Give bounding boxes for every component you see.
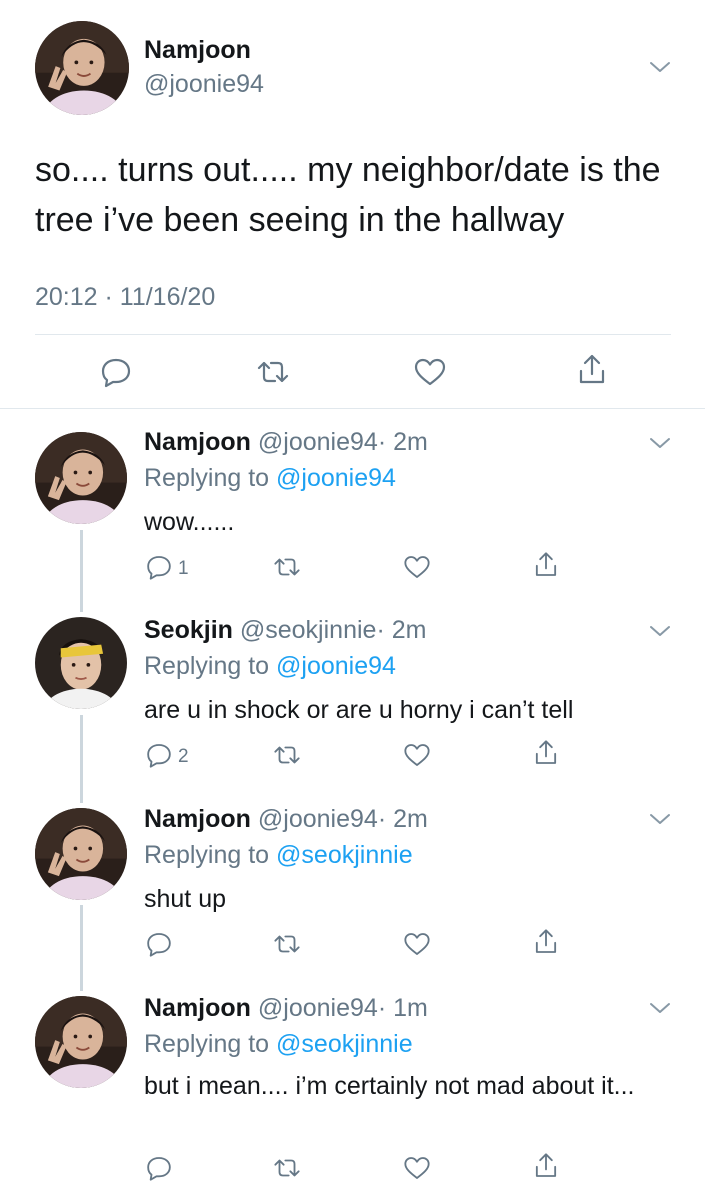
avatar[interactable] — [35, 21, 129, 115]
reply-text: but i mean.... i’m certainly not mad abo… — [144, 1072, 635, 1100]
replying-to-label: Replying to — [144, 464, 270, 492]
share-icon[interactable] — [574, 352, 610, 388]
replying-to: Replying to @joonie94 — [144, 652, 396, 681]
mention-link[interactable]: @joonie94 — [276, 652, 396, 680]
share-icon[interactable] — [531, 1151, 561, 1181]
retweet-icon[interactable] — [272, 929, 302, 959]
chevron-down-icon[interactable] — [649, 436, 671, 450]
divider — [35, 334, 671, 335]
replying-to-label: Replying to — [144, 1030, 270, 1058]
reply-icon[interactable] — [98, 354, 134, 390]
reply-time: · 2m — [377, 805, 428, 833]
replying-to: Replying to @joonie94 — [144, 464, 396, 493]
mention-link[interactable]: @seokjinnie — [276, 841, 413, 869]
reply-time: · 2m — [377, 428, 428, 456]
author-name[interactable]: Namjoon — [144, 805, 251, 833]
retweet-icon[interactable] — [272, 552, 302, 582]
tweet-timestamp[interactable]: 20:12 · 11/16/20 — [35, 283, 215, 312]
mention-link[interactable]: @seokjinnie — [276, 1030, 413, 1058]
thread-line — [80, 715, 83, 803]
retweet-icon[interactable] — [272, 740, 302, 770]
thread-line — [80, 905, 83, 991]
chevron-down-icon[interactable] — [649, 624, 671, 638]
like-icon[interactable] — [402, 740, 432, 770]
tweet-text: so.... turns out..... my neighbor/date i… — [35, 151, 661, 239]
author-handle[interactable]: @joonie94 — [258, 994, 378, 1022]
retweet-icon[interactable] — [255, 354, 291, 390]
retweet-icon[interactable] — [272, 1153, 302, 1183]
reply-header: Namjoon @joonie94· 2m — [144, 428, 428, 457]
share-icon[interactable] — [531, 738, 561, 768]
avatar[interactable] — [35, 617, 127, 709]
reply-time: · 2m — [376, 616, 427, 644]
reply-time: · 1m — [377, 994, 428, 1022]
reply-icon[interactable] — [144, 929, 174, 959]
avatar[interactable] — [35, 808, 127, 900]
share-icon[interactable] — [531, 550, 561, 580]
like-icon[interactable] — [402, 929, 432, 959]
like-icon[interactable] — [402, 1153, 432, 1183]
chevron-down-icon[interactable] — [649, 60, 671, 74]
reply-count: 1 — [178, 558, 189, 579]
author-handle[interactable]: @joonie94 — [258, 428, 378, 456]
author-name[interactable]: Namjoon — [144, 428, 251, 456]
replying-to: Replying to @seokjinnie — [144, 1030, 413, 1059]
author-name[interactable]: Namjoon — [144, 36, 251, 65]
chevron-down-icon[interactable] — [649, 1001, 671, 1015]
reply-header: Namjoon @joonie94· 2m — [144, 805, 428, 834]
reply-icon[interactable] — [144, 1153, 174, 1183]
thread-line — [80, 530, 83, 612]
author-name[interactable]: Namjoon — [144, 994, 251, 1022]
replying-to-label: Replying to — [144, 652, 270, 680]
chevron-down-icon[interactable] — [649, 812, 671, 826]
reply-text: wow...... — [144, 508, 235, 536]
like-icon[interactable] — [412, 354, 448, 390]
mention-link[interactable]: @joonie94 — [276, 464, 396, 492]
replying-to-label: Replying to — [144, 841, 270, 869]
avatar[interactable] — [35, 432, 127, 524]
reply-icon[interactable] — [144, 740, 174, 770]
author-name[interactable]: Seokjin — [144, 616, 233, 644]
reply-header: Namjoon @joonie94· 1m — [144, 994, 428, 1023]
reply-count: 2 — [178, 746, 189, 767]
author-handle[interactable]: @seokjinnie — [240, 616, 377, 644]
reply-text: shut up — [144, 885, 227, 913]
like-icon[interactable] — [402, 552, 432, 582]
reply-header: Seokjin @seokjinnie· 2m — [144, 616, 426, 645]
avatar[interactable] — [35, 996, 127, 1088]
reply-icon[interactable] — [144, 552, 174, 582]
author-handle[interactable]: @joonie94 — [144, 70, 264, 99]
author-handle[interactable]: @joonie94 — [258, 805, 378, 833]
share-icon[interactable] — [531, 927, 561, 957]
divider — [0, 408, 705, 409]
replying-to: Replying to @seokjinnie — [144, 841, 413, 870]
reply-text: are u in shock or are u horny i can’t te… — [144, 696, 574, 724]
